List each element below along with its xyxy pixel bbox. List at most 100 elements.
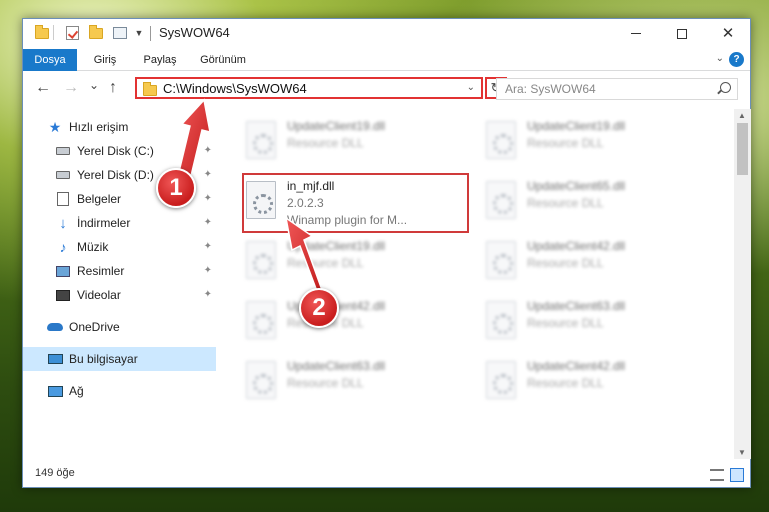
file-name: UpdateClient63.dll bbox=[527, 299, 626, 313]
dll-file-icon bbox=[486, 181, 516, 219]
vertical-scrollbar[interactable]: ▲ ▼ bbox=[734, 109, 751, 459]
pin-icon[interactable]: ✦ bbox=[204, 145, 212, 156]
file-type: Resource DLL bbox=[287, 376, 364, 390]
navigation-bar: ← → ⌄ ↑ C:\Windows\SysWOW64 ⌄ ↻ Ara: Sys… bbox=[23, 71, 750, 107]
file-item[interactable]: UpdateClient42.dll Resource DLL bbox=[480, 355, 710, 411]
file-type: Resource DLL bbox=[527, 316, 604, 330]
onedrive-icon bbox=[47, 320, 63, 334]
dll-file-icon bbox=[486, 361, 516, 399]
dll-file-icon bbox=[486, 121, 516, 159]
sidebar-item-network[interactable]: Ağ bbox=[23, 379, 216, 403]
pin-icon[interactable]: ✦ bbox=[204, 217, 212, 228]
close-button[interactable]: ✕ bbox=[705, 19, 751, 48]
sidebar-item-label: Belgeler bbox=[77, 192, 122, 206]
dll-file-icon bbox=[246, 361, 276, 399]
minimize-button[interactable] bbox=[613, 19, 659, 48]
details-view-icon[interactable] bbox=[710, 469, 724, 481]
scroll-down-icon[interactable]: ▼ bbox=[738, 448, 746, 457]
tab-dosya[interactable]: Dosya bbox=[23, 49, 77, 71]
search-input[interactable]: Ara: SysWOW64 bbox=[505, 82, 596, 96]
forward-button[interactable]: → bbox=[63, 80, 79, 96]
tab-gorunum[interactable]: Görünüm bbox=[193, 49, 253, 71]
sidebar-item-label: Hızlı erişim bbox=[69, 120, 129, 134]
sidebar-item-pictures[interactable]: Resimler ✦ bbox=[23, 259, 216, 283]
sidebar-item-music[interactable]: ♪ Müzik ✦ bbox=[23, 235, 216, 259]
dll-file-icon bbox=[246, 241, 276, 279]
sidebar-item-videos[interactable]: Videolar ✦ bbox=[23, 283, 216, 307]
file-item[interactable]: UpdateClient42.dll Resource DLL bbox=[240, 295, 470, 351]
tab-paylas[interactable]: Paylaş bbox=[135, 49, 185, 71]
file-item[interactable]: UpdateClient19.dll Resource DLL bbox=[240, 235, 470, 291]
address-path[interactable]: C:\Windows\SysWOW64 bbox=[163, 81, 307, 96]
sidebar-item-downloads[interactable]: ↓ İndirmeler ✦ bbox=[23, 211, 216, 235]
videos-icon bbox=[55, 288, 71, 302]
sidebar-item-quick-access[interactable]: ★ Hızlı erişim bbox=[23, 115, 216, 139]
file-item[interactable]: UpdateClient19.dll Resource DLL bbox=[480, 115, 710, 171]
disk-icon bbox=[55, 144, 71, 158]
file-type: Resource DLL bbox=[527, 136, 604, 150]
sidebar-item-this-pc[interactable]: Bu bilgisayar bbox=[23, 347, 216, 371]
file-item[interactable]: UpdateClient63.dll Resource DLL bbox=[240, 355, 470, 411]
pin-icon[interactable]: ✦ bbox=[204, 241, 212, 252]
expand-ribbon-icon[interactable]: ⌄ bbox=[716, 53, 724, 64]
back-button[interactable]: ← bbox=[35, 80, 51, 96]
file-name: UpdateClient19.dll bbox=[527, 119, 626, 133]
pictures-icon bbox=[55, 264, 71, 278]
sidebar-item-local-disk-c[interactable]: Yerel Disk (C:) ✦ bbox=[23, 139, 216, 163]
step-one-badge: 1 bbox=[156, 168, 196, 208]
dll-file-icon bbox=[246, 301, 276, 339]
new-folder-icon[interactable] bbox=[87, 24, 105, 41]
file-type: Resource DLL bbox=[287, 256, 364, 270]
properties-check-icon[interactable] bbox=[63, 25, 81, 41]
sidebar-item-onedrive[interactable]: OneDrive bbox=[23, 315, 216, 339]
address-dropdown-icon[interactable]: ⌄ bbox=[467, 82, 475, 93]
disk-icon bbox=[55, 168, 71, 182]
file-highlight-box bbox=[242, 173, 469, 233]
search-icon[interactable] bbox=[720, 82, 731, 93]
file-type: Resource DLL bbox=[287, 136, 364, 150]
search-box[interactable]: Ara: SysWOW64 bbox=[496, 78, 738, 100]
file-item[interactable]: UpdateClient63.dll Resource DLL bbox=[480, 295, 710, 351]
tiles-view-icon[interactable] bbox=[730, 468, 744, 482]
file-name: UpdateClient42.dll bbox=[527, 359, 626, 373]
help-icon[interactable]: ? bbox=[729, 52, 744, 67]
sidebar-item-label: Videolar bbox=[77, 288, 121, 302]
maximize-button[interactable] bbox=[659, 19, 705, 48]
up-button[interactable]: ↑ bbox=[109, 80, 117, 96]
file-item[interactable]: UpdateClient19.dll Resource DLL bbox=[240, 115, 470, 171]
file-type: Resource DLL bbox=[527, 376, 604, 390]
sidebar-item-label: Yerel Disk (C:) bbox=[77, 144, 154, 158]
documents-icon bbox=[55, 192, 71, 206]
sidebar-item-label: Bu bilgisayar bbox=[69, 352, 138, 366]
scroll-up-icon[interactable]: ▲ bbox=[738, 111, 746, 120]
file-item[interactable]: UpdateClient65.dll Resource DLL bbox=[480, 175, 710, 231]
sidebar-item-label: OneDrive bbox=[69, 320, 120, 334]
address-bar[interactable]: C:\Windows\SysWOW64 ⌄ bbox=[135, 77, 483, 99]
folder-icon[interactable] bbox=[33, 24, 51, 41]
item-count: 149 öğe bbox=[35, 467, 75, 479]
tab-giris[interactable]: Giriş bbox=[83, 49, 127, 71]
navigation-pane: ★ Hızlı erişim Yerel Disk (C:) ✦ Yerel D… bbox=[23, 109, 216, 459]
file-name: UpdateClient19.dll bbox=[287, 239, 386, 253]
pin-icon[interactable]: ✦ bbox=[204, 289, 212, 300]
pin-icon[interactable]: ✦ bbox=[204, 265, 212, 276]
title-divider bbox=[150, 26, 151, 41]
file-item[interactable]: UpdateClient42.dll Resource DLL bbox=[480, 235, 710, 291]
customize-toolbar-icon[interactable] bbox=[109, 25, 131, 41]
file-type: Resource DLL bbox=[527, 256, 604, 270]
pin-icon[interactable]: ✦ bbox=[204, 193, 212, 204]
sidebar-item-label: Resimler bbox=[77, 264, 125, 278]
file-type: Resource DLL bbox=[527, 196, 604, 210]
dll-file-icon bbox=[486, 241, 516, 279]
step-two-badge: 2 bbox=[299, 288, 339, 328]
file-name: UpdateClient65.dll bbox=[527, 179, 626, 193]
close-icon: ✕ bbox=[721, 25, 735, 42]
file-list: UpdateClient19.dll Resource DLL in_mjf.d… bbox=[216, 109, 734, 459]
pin-icon[interactable]: ✦ bbox=[204, 169, 212, 180]
scrollbar-thumb[interactable] bbox=[737, 123, 748, 175]
file-name: UpdateClient19.dll bbox=[287, 119, 386, 133]
quick-access-dropdown-icon[interactable]: ▼ bbox=[133, 25, 145, 41]
recent-locations-button[interactable]: ⌄ bbox=[89, 77, 99, 93]
network-icon bbox=[47, 384, 63, 398]
computer-icon bbox=[47, 352, 63, 366]
